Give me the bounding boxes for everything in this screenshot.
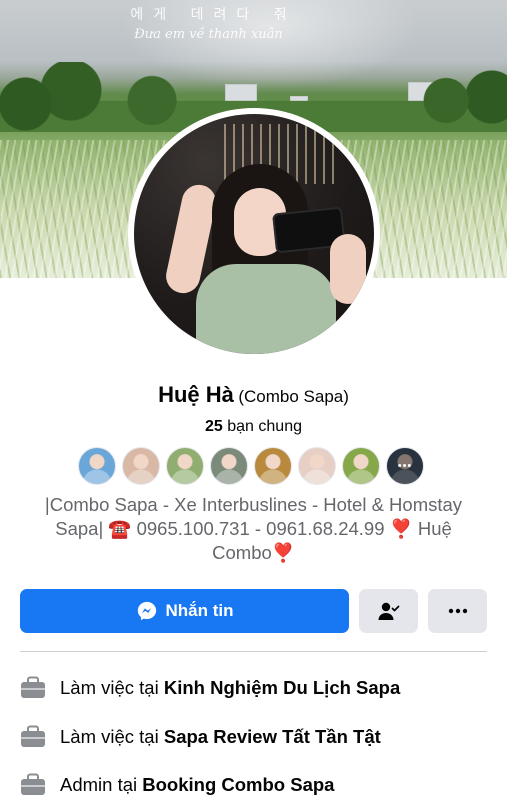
briefcase-icon (21, 773, 45, 795)
work-text: Admin tại Booking Combo Sapa (60, 774, 334, 796)
friend-avatar-more[interactable] (386, 447, 424, 485)
work-place[interactable]: Booking Combo Sapa (142, 774, 334, 795)
message-button-label: Nhắn tin (165, 601, 234, 620)
cover-caption: 에게 데려다 줘 (130, 7, 297, 23)
work-prefix: Admin tại (60, 774, 138, 795)
mutual-friends-count[interactable]: 25 bạn chung (0, 418, 507, 436)
avatar-hand (330, 234, 366, 304)
profile-picture[interactable] (128, 108, 380, 360)
friend-avatar-6[interactable] (298, 447, 336, 485)
work-text: Làm việc tại Sapa Review Tất Tần Tật (60, 726, 381, 748)
work-item[interactable]: Làm việc tại Kinh Nghiệm Du Lịch Sapa (20, 676, 487, 700)
mutual-label: bạn chung (227, 418, 302, 435)
mutual-friends-avatars[interactable] (78, 447, 424, 487)
bio-text-2: 0965.100.731 - 0961.68.24.99 (131, 518, 390, 539)
profile-actions: Nhắn tin (20, 589, 487, 633)
avatar-dress (196, 264, 336, 354)
work-text: Làm việc tại Kinh Nghiệm Du Lịch Sapa (60, 677, 400, 699)
profile-name-row: Huệ Hà (Combo Sapa) (0, 382, 507, 408)
friend-avatar-4[interactable] (210, 447, 248, 485)
friend-avatar-7[interactable] (342, 447, 380, 485)
heart-exclamation-icon: ❣️ (271, 542, 295, 563)
work-prefix: Làm việc tại (60, 677, 159, 698)
telephone-icon: ☎️ (108, 518, 132, 539)
friends-check-icon (378, 602, 399, 620)
friends-button[interactable] (359, 589, 418, 633)
friend-avatar-5[interactable] (254, 447, 292, 485)
friend-avatar-1[interactable] (78, 447, 116, 485)
section-divider (20, 651, 487, 652)
profile-bio: |Combo Sapa - Xe Interbuslines - Hotel &… (40, 493, 467, 565)
work-place[interactable]: Sapa Review Tất Tần Tật (164, 726, 381, 747)
more-options-button[interactable] (428, 589, 487, 633)
profile-photo (134, 114, 374, 354)
briefcase-icon (21, 725, 45, 747)
work-item[interactable]: Làm việc tại Sapa Review Tất Tần Tật (20, 725, 487, 749)
more-dots-icon (448, 608, 467, 614)
profile-name: Huệ Hà (158, 382, 234, 407)
work-place[interactable]: Kinh Nghiệm Du Lịch Sapa (164, 677, 400, 698)
friend-avatar-2[interactable] (122, 447, 160, 485)
messenger-icon (137, 601, 156, 621)
profile-alternate-name: (Combo Sapa) (238, 387, 349, 406)
mutual-count: 25 (205, 418, 223, 435)
work-prefix: Làm việc tại (60, 726, 159, 747)
work-item[interactable]: Admin tại Booking Combo Sapa (20, 773, 487, 797)
heart-exclamation-icon: ❣️ (389, 518, 413, 539)
friend-avatar-3[interactable] (166, 447, 204, 485)
cover-subtitle: Đưa em về thanh xuân (134, 27, 283, 42)
briefcase-icon (21, 676, 45, 698)
message-button[interactable]: Nhắn tin (20, 589, 349, 633)
